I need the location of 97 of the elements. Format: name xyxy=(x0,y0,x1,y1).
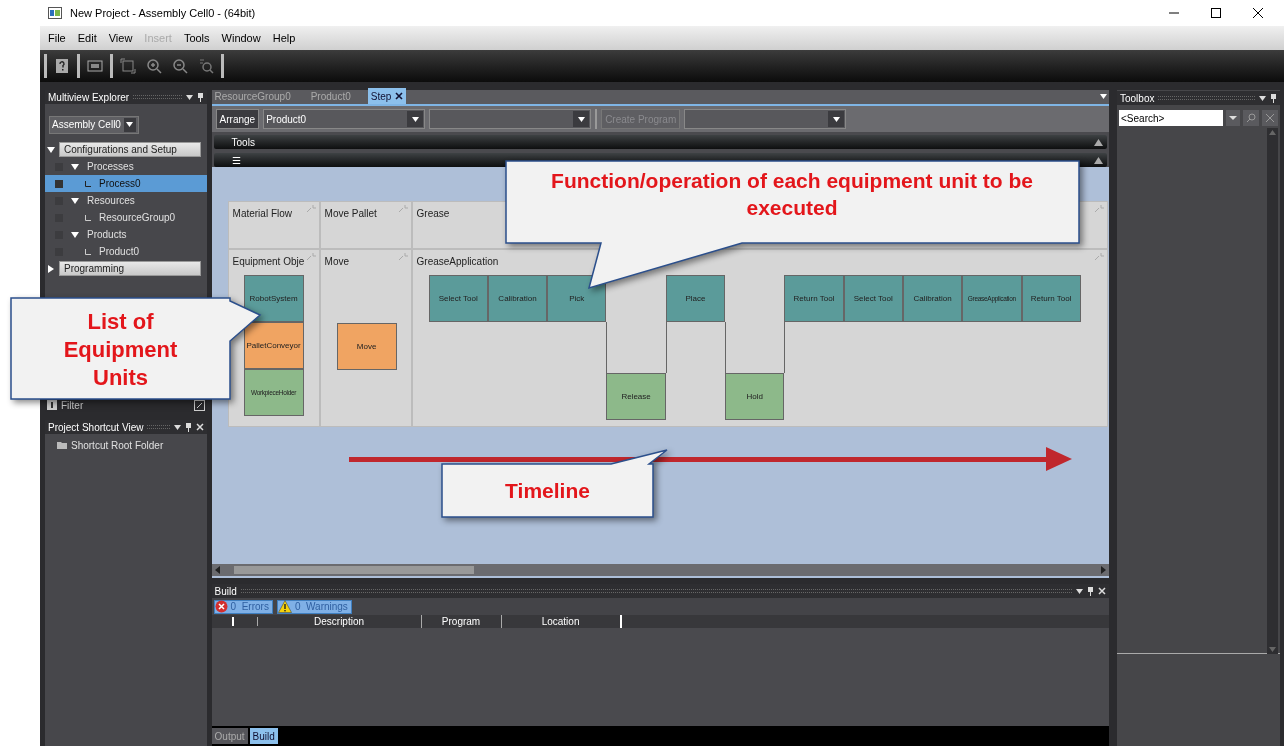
checkbox-icon[interactable] xyxy=(55,179,63,188)
project-selector[interactable]: Assembly Cell0 xyxy=(49,115,139,134)
panel-title: Multiview Explorer xyxy=(48,90,130,105)
dropdown-icon xyxy=(126,122,134,127)
menu-item[interactable]: View xyxy=(108,29,133,47)
dropdown-icon[interactable] xyxy=(1226,110,1240,126)
dropdown-icon[interactable] xyxy=(1100,94,1107,99)
step-block[interactable]: Release xyxy=(606,373,666,420)
connector-line xyxy=(725,322,727,373)
column-header[interactable]: Description xyxy=(314,614,365,629)
step-block[interactable]: Return Tool xyxy=(784,275,844,322)
column-header[interactable]: Location xyxy=(541,614,580,629)
expanded-icon[interactable] xyxy=(71,162,79,171)
dropdown-icon xyxy=(577,116,585,122)
pin-icon[interactable] xyxy=(196,92,204,102)
editor-tab[interactable]: Step xyxy=(367,88,407,104)
step-block[interactable]: Return Tool xyxy=(1021,275,1081,322)
step-block[interactable]: Select Tool xyxy=(428,275,488,322)
callout-text: Timeline xyxy=(505,478,590,504)
lane-label: GreaseApplication xyxy=(416,255,499,269)
close-icon[interactable] xyxy=(395,92,404,100)
dropdown-icon xyxy=(832,116,840,122)
pin-icon[interactable] xyxy=(1087,586,1094,596)
step-block[interactable]: Hold xyxy=(725,373,785,420)
connector-line xyxy=(665,322,667,373)
expanded-icon[interactable] xyxy=(71,196,79,205)
leaf-icon xyxy=(85,214,91,221)
panel-title: Toolbox xyxy=(1120,91,1155,106)
tree-item[interactable]: ResourceGroup0 xyxy=(45,209,207,226)
collapse-icon[interactable] xyxy=(1094,138,1103,146)
tree-item[interactable]: Processes xyxy=(45,158,207,175)
maximize-icon[interactable] xyxy=(1210,7,1222,19)
callout-text: Function/operation of each equipment unit to be executed xyxy=(550,168,1034,221)
equipment-unit[interactable]: PalletConveyor xyxy=(243,322,304,369)
filter-dropdown[interactable] xyxy=(429,109,592,129)
menu-item[interactable]: Edit xyxy=(77,29,97,47)
expanded-icon[interactable] xyxy=(47,145,55,154)
leaf-icon xyxy=(85,180,91,187)
dropdown-icon[interactable] xyxy=(185,94,193,100)
scroll-left-icon[interactable] xyxy=(213,566,222,574)
tree-item[interactable]: Process0 xyxy=(45,175,207,192)
menu-item[interactable]: Window xyxy=(221,29,261,47)
section-bar[interactable]: Tools xyxy=(213,135,1107,149)
panel-title: Build xyxy=(214,584,237,599)
tree-section-header[interactable]: Configurations and Setup xyxy=(59,142,201,157)
horizontal-scrollbar[interactable] xyxy=(211,564,1109,576)
filter-label[interactable]: Filter xyxy=(61,397,84,413)
lane-label: Material Flow xyxy=(232,207,292,221)
callout-text: List of Equipment Units xyxy=(62,308,179,392)
lane-label: Move xyxy=(324,255,349,269)
step-block[interactable]: Calibration xyxy=(487,275,548,322)
tree-item[interactable]: Resources xyxy=(45,192,207,209)
column-header[interactable]: Program xyxy=(441,614,481,629)
menu-item[interactable]: Tools xyxy=(183,29,210,47)
step-block[interactable]: Place xyxy=(665,275,726,322)
lane-label: Move Pallet xyxy=(324,207,377,221)
scrollbar-thumb[interactable] xyxy=(233,566,474,574)
connector-line xyxy=(784,322,786,373)
dropdown-icon[interactable] xyxy=(173,424,181,430)
menu-item[interactable]: File xyxy=(48,29,66,47)
product-dropdown[interactable]: Product0 xyxy=(263,109,426,129)
search-field[interactable]: <Search> xyxy=(1119,110,1223,126)
collapse-icon[interactable] xyxy=(1094,156,1103,164)
tree-section-header[interactable]: Programming xyxy=(59,261,201,276)
lane-label: Equipment Obje xyxy=(232,255,305,269)
pin-icon[interactable] xyxy=(184,422,192,432)
window-title: New Project - Assembly Cell0 - (64bit) xyxy=(70,5,256,21)
collapsed-icon[interactable] xyxy=(47,264,55,273)
leaf-icon xyxy=(85,248,91,255)
panel-title: Project Shortcut View xyxy=(48,420,144,435)
tree-item[interactable]: Product0 xyxy=(45,243,207,260)
step-block[interactable]: Move xyxy=(336,323,397,370)
app-icon xyxy=(48,7,62,19)
equipment-unit[interactable]: RobotSystem xyxy=(243,275,304,322)
warning-icon xyxy=(277,600,292,613)
pin-icon[interactable] xyxy=(1270,93,1277,103)
dropdown-icon[interactable] xyxy=(1076,588,1083,594)
expanded-icon[interactable] xyxy=(71,230,79,239)
folder-item[interactable]: Shortcut Root Folder xyxy=(71,437,164,453)
close-icon[interactable] xyxy=(1252,7,1264,19)
program-dropdown[interactable] xyxy=(684,109,847,129)
panel-tab[interactable]: Build xyxy=(249,728,278,744)
dropdown-icon xyxy=(411,116,419,122)
step-block[interactable]: Calibration xyxy=(902,275,963,322)
step-block[interactable]: Pick xyxy=(547,275,607,322)
tree-item[interactable]: Products xyxy=(45,226,207,243)
connector-line xyxy=(606,322,608,373)
step-block[interactable]: Select Tool xyxy=(843,275,903,322)
folder-icon xyxy=(57,441,67,449)
error-icon xyxy=(214,600,228,613)
arrange-button[interactable]: Arrange xyxy=(215,109,260,129)
lane-label: Grease xyxy=(416,207,450,221)
fit-view-icon[interactable] xyxy=(117,55,139,77)
filter-toggle-icon[interactable] xyxy=(193,399,205,411)
dropdown-icon[interactable] xyxy=(1259,95,1266,101)
scroll-right-icon[interactable] xyxy=(1099,566,1107,574)
menu-item[interactable]: Help xyxy=(272,29,296,47)
